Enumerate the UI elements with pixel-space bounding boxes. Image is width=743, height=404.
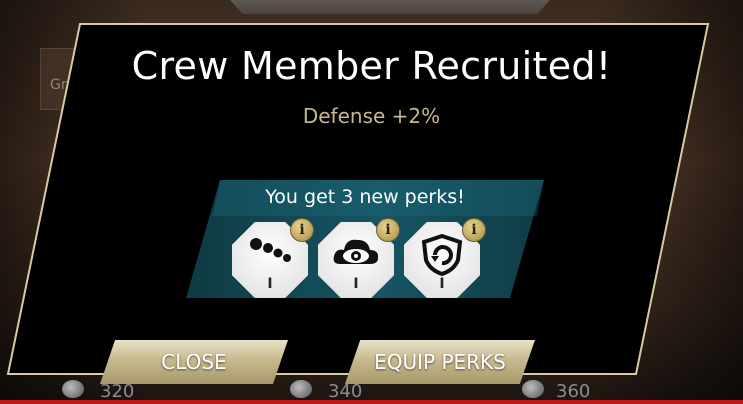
perk-3-level: I	[439, 276, 445, 292]
dots-icon	[250, 238, 291, 262]
equip-perks-button[interactable]: EQUIP PERKS	[345, 340, 535, 384]
info-icon[interactable]: i	[290, 218, 314, 242]
perk-1-level: I	[267, 276, 273, 292]
dialog-subtitle: Defense +2%	[302, 104, 441, 128]
perk-2[interactable]: I i	[318, 218, 400, 302]
perk-2-level: I	[353, 276, 359, 292]
close-button[interactable]: CLOSE	[100, 340, 288, 384]
perk-3[interactable]: I i	[404, 218, 486, 302]
cloud-eye-icon	[333, 239, 379, 264]
perks-heading: You get 3 new perks!	[265, 186, 465, 208]
info-icon[interactable]: i	[462, 218, 486, 242]
dialog-title: Crew Member Recruited!	[131, 44, 612, 88]
perk-1[interactable]: I i	[232, 218, 314, 302]
info-icon[interactable]: i	[376, 218, 400, 242]
shield-refresh-icon	[421, 234, 463, 276]
